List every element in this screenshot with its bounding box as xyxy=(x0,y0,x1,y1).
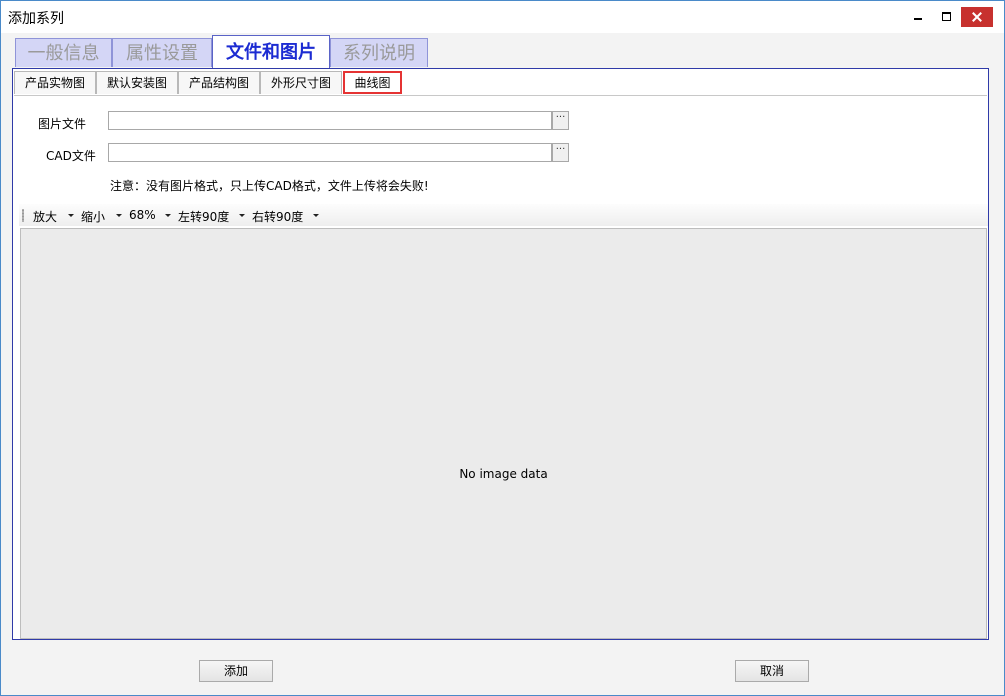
tab-general-info[interactable]: 一般信息 xyxy=(15,38,112,67)
zoom-level-dropdown-icon[interactable] xyxy=(165,214,171,217)
add-button[interactable]: 添加 xyxy=(199,660,273,682)
close-icon xyxy=(972,12,982,22)
image-toolbar: 放大 缩小 68% 左转90度 右转90度 xyxy=(19,204,988,226)
upload-notice: 注意：没有图片格式，只上传CAD格式，文件上传将会失败! xyxy=(110,179,429,193)
cad-file-field[interactable] xyxy=(108,143,552,162)
main-tab-strip: 一般信息 属性设置 文件和图片 系列说明 xyxy=(15,35,515,69)
toolbar-grip-icon[interactable] xyxy=(22,209,24,222)
close-button[interactable] xyxy=(961,7,993,27)
sub-tab-strip: 产品实物图 默认安装图 产品结构图 外形尺寸图 曲线图 xyxy=(14,71,987,96)
minimize-button[interactable] xyxy=(903,1,933,31)
rotate-left-button[interactable]: 左转90度 xyxy=(178,208,229,225)
zoom-level-button[interactable]: 68% xyxy=(129,208,156,222)
subtab-product-structure[interactable]: 产品结构图 xyxy=(178,71,260,94)
maximize-button[interactable] xyxy=(931,1,961,31)
cad-file-label: CAD文件 xyxy=(46,149,96,163)
subtab-product-photo[interactable]: 产品实物图 xyxy=(14,71,96,94)
title-bar[interactable]: 添加系列 xyxy=(1,1,1004,33)
files-images-panel: 产品实物图 默认安装图 产品结构图 外形尺寸图 曲线图 图片文件 ··· CAD… xyxy=(12,68,989,640)
subtab-curve-chart[interactable]: 曲线图 xyxy=(343,71,402,94)
zoom-out-dropdown-icon[interactable] xyxy=(116,214,122,217)
cancel-button[interactable]: 取消 xyxy=(735,660,809,682)
zoom-in-button[interactable]: 放大 xyxy=(33,208,57,225)
rotate-right-button[interactable]: 右转90度 xyxy=(252,208,303,225)
image-preview-area[interactable]: No image data xyxy=(20,228,987,639)
image-file-field[interactable] xyxy=(108,111,552,130)
dialog-window: 添加系列 一般信息 属性设置 文件和图片 系列说明 产品实物图 默认安装图 产品… xyxy=(0,0,1005,696)
image-file-browse-button[interactable]: ··· xyxy=(552,111,569,130)
maximize-icon xyxy=(941,11,951,21)
tab-attribute-settings[interactable]: 属性设置 xyxy=(112,38,212,67)
tab-series-description[interactable]: 系列说明 xyxy=(330,38,428,67)
rotate-right-dropdown-icon[interactable] xyxy=(313,214,319,217)
subtab-default-install[interactable]: 默认安装图 xyxy=(96,71,178,94)
cad-file-browse-button[interactable]: ··· xyxy=(552,143,569,162)
window-title: 添加系列 xyxy=(8,11,64,27)
minimize-icon xyxy=(914,18,922,20)
zoom-out-button[interactable]: 缩小 xyxy=(81,208,105,225)
tab-files-and-images[interactable]: 文件和图片 xyxy=(212,35,330,68)
rotate-left-dropdown-icon[interactable] xyxy=(239,214,245,217)
subtab-outline-dimensions[interactable]: 外形尺寸图 xyxy=(260,71,342,94)
zoom-in-dropdown-icon[interactable] xyxy=(68,214,74,217)
no-image-placeholder: No image data xyxy=(459,467,548,481)
image-file-label: 图片文件 xyxy=(38,117,87,131)
